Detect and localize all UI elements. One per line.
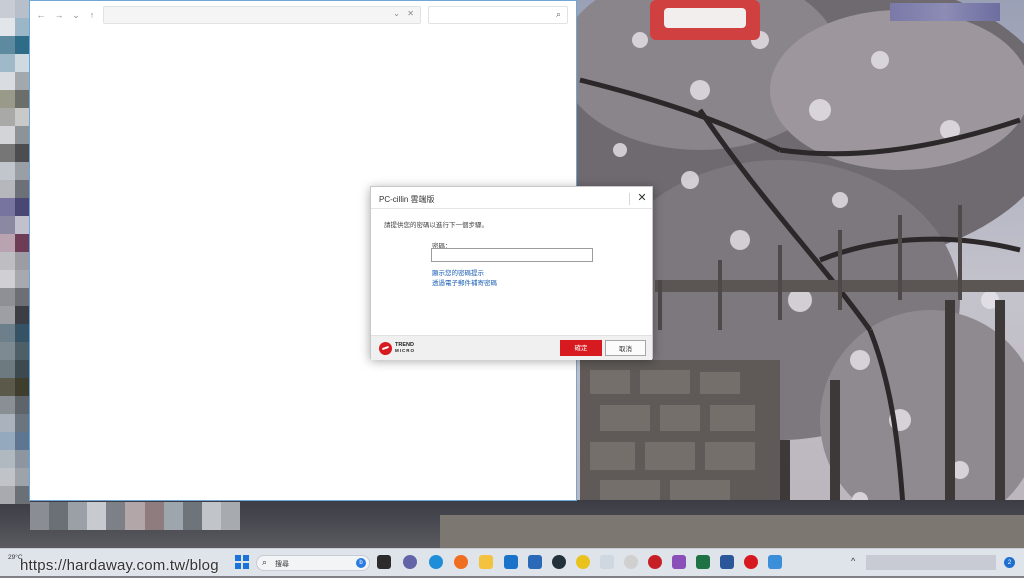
address-clear-icon[interactable]: ✕ bbox=[407, 9, 414, 18]
blurred-region bbox=[890, 3, 1000, 21]
app-icon[interactable] bbox=[672, 555, 686, 569]
mail-icon[interactable] bbox=[504, 555, 518, 569]
bing-icon[interactable]: b bbox=[356, 558, 366, 568]
explorer-toolbar: ← → ⌄ ↑ ⌄ ✕ ⌕ bbox=[30, 1, 576, 29]
forward-arrow-icon[interactable]: → bbox=[53, 9, 65, 21]
explorer-search-box[interactable]: ⌕ bbox=[428, 6, 568, 24]
notification-badge[interactable]: 2 bbox=[1004, 557, 1015, 568]
store-icon[interactable] bbox=[528, 555, 542, 569]
pixelated-blur-bottom bbox=[30, 502, 241, 530]
dialog-footer: TREND MICRO 確定 取消 bbox=[371, 335, 652, 360]
password-dialog: PC-cillin 雲端版 ✕ 請提供您的密碼以進行下一個步驟。 密碼： 顯示您… bbox=[370, 186, 653, 360]
trend-micro-icon[interactable] bbox=[744, 555, 758, 569]
cancel-button[interactable]: 取消 bbox=[605, 340, 646, 356]
file-explorer-icon[interactable] bbox=[479, 555, 493, 569]
blog-watermark: https://hardaway.com.tw/blog bbox=[20, 557, 219, 574]
paint-icon[interactable] bbox=[768, 555, 782, 569]
trend-micro-ball-icon bbox=[379, 341, 392, 355]
chrome-icon[interactable] bbox=[552, 555, 566, 569]
title-separator bbox=[629, 193, 630, 205]
password-field[interactable] bbox=[431, 248, 593, 262]
trend-micro-logo: TREND MICRO bbox=[379, 341, 415, 355]
norton-icon[interactable] bbox=[576, 555, 590, 569]
address-bar[interactable]: ⌄ ✕ bbox=[103, 6, 421, 24]
search-icon: ⌕ bbox=[555, 9, 561, 19]
show-hidden-icons-chevron-icon[interactable]: ^ bbox=[851, 556, 855, 566]
photos-icon[interactable] bbox=[600, 555, 614, 569]
back-arrow-icon[interactable]: ← bbox=[35, 9, 47, 21]
firefox-icon[interactable] bbox=[454, 555, 468, 569]
edge-icon[interactable] bbox=[429, 555, 443, 569]
antivirus-icon[interactable] bbox=[648, 555, 662, 569]
search-icon: ⌕ bbox=[262, 557, 268, 567]
search-tool-icon[interactable] bbox=[624, 555, 638, 569]
dialog-message: 請提供您的密碼以進行下一個步驟。 bbox=[384, 222, 488, 229]
trend-micro-wordmark: TREND MICRO bbox=[395, 341, 415, 353]
close-icon[interactable]: ✕ bbox=[635, 191, 649, 205]
excel-icon[interactable] bbox=[696, 555, 710, 569]
ok-button[interactable]: 確定 bbox=[560, 340, 602, 356]
title-divider bbox=[371, 208, 652, 209]
taskbar-search-box[interactable]: ⌕ 搜尋 b bbox=[256, 555, 370, 571]
word-icon[interactable] bbox=[720, 555, 734, 569]
taskbar-search-label: 搜尋 bbox=[275, 561, 289, 568]
show-password-hint-link[interactable]: 顯示您的密碼提示 bbox=[432, 267, 484, 277]
windows-start-icon[interactable] bbox=[235, 555, 249, 569]
dialog-title: PC-cillin 雲端版 bbox=[379, 195, 435, 204]
pixelated-blur-strip bbox=[0, 0, 30, 548]
up-arrow-icon[interactable]: ↑ bbox=[86, 9, 98, 21]
email-password-reset-link[interactable]: 透過電子郵件補寄密碼 bbox=[432, 277, 497, 287]
address-dropdown-chevron-icon[interactable]: ⌄ bbox=[393, 9, 400, 18]
system-tray-blurred bbox=[866, 555, 996, 570]
taskbar: 29°C https://hardaway.com.tw/blog ⌕ 搜尋 b… bbox=[0, 548, 1024, 576]
teams-chat-icon[interactable] bbox=[403, 555, 417, 569]
task-view-icon[interactable] bbox=[377, 555, 391, 569]
recent-locations-chevron-icon[interactable]: ⌄ bbox=[70, 9, 82, 21]
